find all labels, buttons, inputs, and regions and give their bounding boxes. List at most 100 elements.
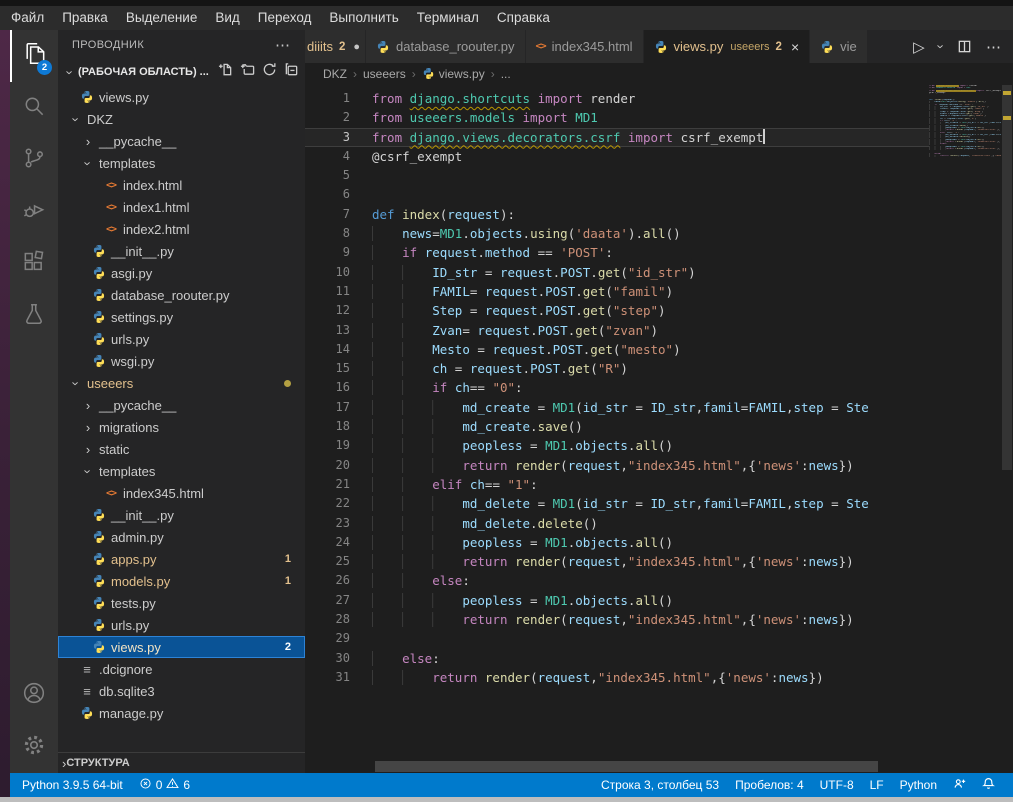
tree-item-database-roouter-py[interactable]: database_roouter.py bbox=[58, 284, 305, 306]
tree-item-apps-py[interactable]: apps.py1 bbox=[58, 548, 305, 570]
activity-explorer[interactable]: 2 bbox=[10, 30, 58, 82]
tree-item--init-py[interactable]: __init__.py bbox=[58, 504, 305, 526]
tree-item-admin-py[interactable]: admin.py bbox=[58, 526, 305, 548]
code-line: 9 if request.method == 'POST': bbox=[305, 243, 929, 262]
tree-item-index-html[interactable]: <>index.html bbox=[58, 174, 305, 196]
vertical-scrollbar-thumb[interactable] bbox=[1002, 85, 1012, 470]
tab-database-roouter-py[interactable]: database_roouter.py bbox=[366, 30, 525, 63]
tree-item--pycache-[interactable]: ›__pycache__ bbox=[58, 394, 305, 416]
menu-item[interactable]: Вид bbox=[206, 6, 248, 30]
line-number: 19 bbox=[305, 436, 350, 455]
line-number: 15 bbox=[305, 359, 350, 378]
tree-item-migrations[interactable]: ›migrations bbox=[58, 416, 305, 438]
tree-item--pycache-[interactable]: ›__pycache__ bbox=[58, 130, 305, 152]
run-icon[interactable]: ▷ bbox=[913, 38, 925, 56]
status-notifications[interactable] bbox=[974, 777, 1003, 793]
tree-item-manage-py[interactable]: manage.py bbox=[58, 702, 305, 724]
horizontal-scrollbar-thumb[interactable] bbox=[375, 761, 878, 772]
breadcrumb-item[interactable]: useeers bbox=[363, 67, 406, 81]
activity-search[interactable] bbox=[10, 82, 58, 134]
status-feedback[interactable] bbox=[945, 777, 974, 793]
tree-item-static[interactable]: ›static bbox=[58, 438, 305, 460]
run-dropdown-icon[interactable]: › bbox=[939, 39, 943, 54]
workspace-section-header[interactable]: › (РАБОЧАЯ ОБЛАСТЬ) ... bbox=[58, 60, 305, 84]
status-indentation[interactable]: Пробелов: 4 bbox=[727, 778, 812, 792]
tree-item-db-sqlite3[interactable]: ≡db.sqlite3 bbox=[58, 680, 305, 702]
tree-item-templates[interactable]: ›templates bbox=[58, 460, 305, 482]
activity-account[interactable] bbox=[10, 669, 58, 721]
menu-item[interactable]: Выделение bbox=[117, 6, 207, 30]
tree-item-asgi-py[interactable]: asgi.py bbox=[58, 262, 305, 284]
tab-views-py[interactable]: views.pyuseeers2× bbox=[644, 30, 810, 63]
tree-item--dcignore[interactable]: ≡.dcignore bbox=[58, 658, 305, 680]
refresh-icon[interactable] bbox=[262, 62, 277, 82]
code-line: 31 return render(request,"index345.html"… bbox=[305, 668, 929, 687]
line-number: 10 bbox=[305, 263, 350, 282]
tree-item-models-py[interactable]: models.py1 bbox=[58, 570, 305, 592]
minimap[interactable]: from django.shortcuts import renderfrom … bbox=[929, 85, 1001, 165]
tree-item-settings-py[interactable]: settings.py bbox=[58, 306, 305, 328]
tree-item-urls-py[interactable]: urls.py bbox=[58, 328, 305, 350]
testing-icon bbox=[21, 301, 47, 332]
menu-item[interactable]: Терминал bbox=[408, 6, 488, 30]
status-eol[interactable]: LF bbox=[862, 778, 892, 792]
menu-item[interactable]: Справка bbox=[488, 6, 559, 30]
menu-item[interactable]: Переход bbox=[249, 6, 321, 30]
tree-item-views-py[interactable]: views.py bbox=[58, 86, 305, 108]
tree-item-views-py[interactable]: views.py2 bbox=[58, 636, 305, 658]
tree-item-urls-py[interactable]: urls.py bbox=[58, 614, 305, 636]
new-folder-icon[interactable] bbox=[240, 62, 255, 82]
tab-diiits[interactable]: diiits2● bbox=[305, 30, 365, 63]
line-number: 9 bbox=[305, 243, 350, 262]
tree-item-wsgi-py[interactable]: wsgi.py bbox=[58, 350, 305, 372]
tab-index345-html[interactable]: <>index345.html bbox=[526, 30, 643, 63]
tab-vie[interactable]: vie bbox=[810, 30, 867, 63]
close-icon[interactable]: × bbox=[791, 39, 799, 55]
code-line: 1from django.shortcuts import render bbox=[305, 89, 929, 108]
tree-item-DKZ[interactable]: ›DKZ bbox=[58, 108, 305, 130]
breadcrumb-item[interactable]: DKZ bbox=[323, 67, 347, 81]
tree-item-templates[interactable]: ›templates bbox=[58, 152, 305, 174]
code-line: 5 bbox=[305, 166, 929, 185]
tree-item--init-py[interactable]: __init__.py bbox=[58, 240, 305, 262]
python-icon bbox=[90, 640, 108, 654]
status-row: Python 3.9.5 64-bit06 Строка 3, столбец 5… bbox=[0, 773, 1013, 797]
status-encoding[interactable]: UTF-8 bbox=[812, 778, 862, 792]
tree-item-index1-html[interactable]: <>index1.html bbox=[58, 196, 305, 218]
more-actions-icon[interactable]: ⋯ bbox=[275, 36, 291, 54]
breadcrumb-item[interactable]: ... bbox=[501, 67, 511, 81]
status-problems[interactable]: 06 bbox=[131, 773, 198, 797]
vertical-scrollbar[interactable] bbox=[1001, 85, 1013, 773]
more-actions-icon[interactable]: ⋯ bbox=[986, 38, 1001, 56]
activity-run-debug[interactable] bbox=[10, 186, 58, 238]
tree-item-useeers[interactable]: ›useeers bbox=[58, 372, 305, 394]
menu-item[interactable]: Файл bbox=[2, 6, 53, 30]
activity-source-control[interactable] bbox=[10, 134, 58, 186]
new-file-icon[interactable] bbox=[218, 62, 233, 82]
minimap-warning-mark bbox=[936, 85, 959, 87]
tree-item-index2-html[interactable]: <>index2.html bbox=[58, 218, 305, 240]
activity-extensions[interactable] bbox=[10, 238, 58, 290]
tab-label: diiits bbox=[307, 39, 333, 54]
status-cursor-position[interactable]: Строка 3, столбец 53 bbox=[593, 778, 727, 792]
status-python-version[interactable]: Python 3.9.5 64-bit bbox=[14, 773, 131, 797]
activity-testing[interactable] bbox=[10, 290, 58, 342]
collapse-all-icon[interactable] bbox=[284, 62, 299, 82]
code-line: 16 if ch== "0": bbox=[305, 378, 929, 397]
menu-item[interactable]: Правка bbox=[53, 6, 117, 30]
tree-item-label: templates bbox=[99, 464, 155, 479]
chevron-down-icon: › bbox=[81, 463, 96, 479]
menu-item[interactable]: Выполнить bbox=[320, 6, 407, 30]
outline-section-header[interactable]: › СТРУКТУРА bbox=[58, 752, 305, 773]
status-language-mode[interactable]: Python bbox=[892, 778, 945, 792]
tree-item-tests-py[interactable]: tests.py bbox=[58, 592, 305, 614]
tree-item-label: __pycache__ bbox=[99, 134, 176, 149]
line-number: 12 bbox=[305, 301, 350, 320]
tree-item-index345-html[interactable]: <>index345.html bbox=[58, 482, 305, 504]
code-editor[interactable]: 1from django.shortcuts import render2fro… bbox=[305, 85, 1013, 773]
activity-settings[interactable] bbox=[10, 721, 58, 773]
breadcrumb-item[interactable]: views.py bbox=[422, 67, 485, 81]
code-area[interactable]: 1from django.shortcuts import render2fro… bbox=[305, 85, 929, 773]
split-editor-icon[interactable] bbox=[957, 39, 972, 54]
chevron-right-icon: › bbox=[80, 398, 96, 413]
